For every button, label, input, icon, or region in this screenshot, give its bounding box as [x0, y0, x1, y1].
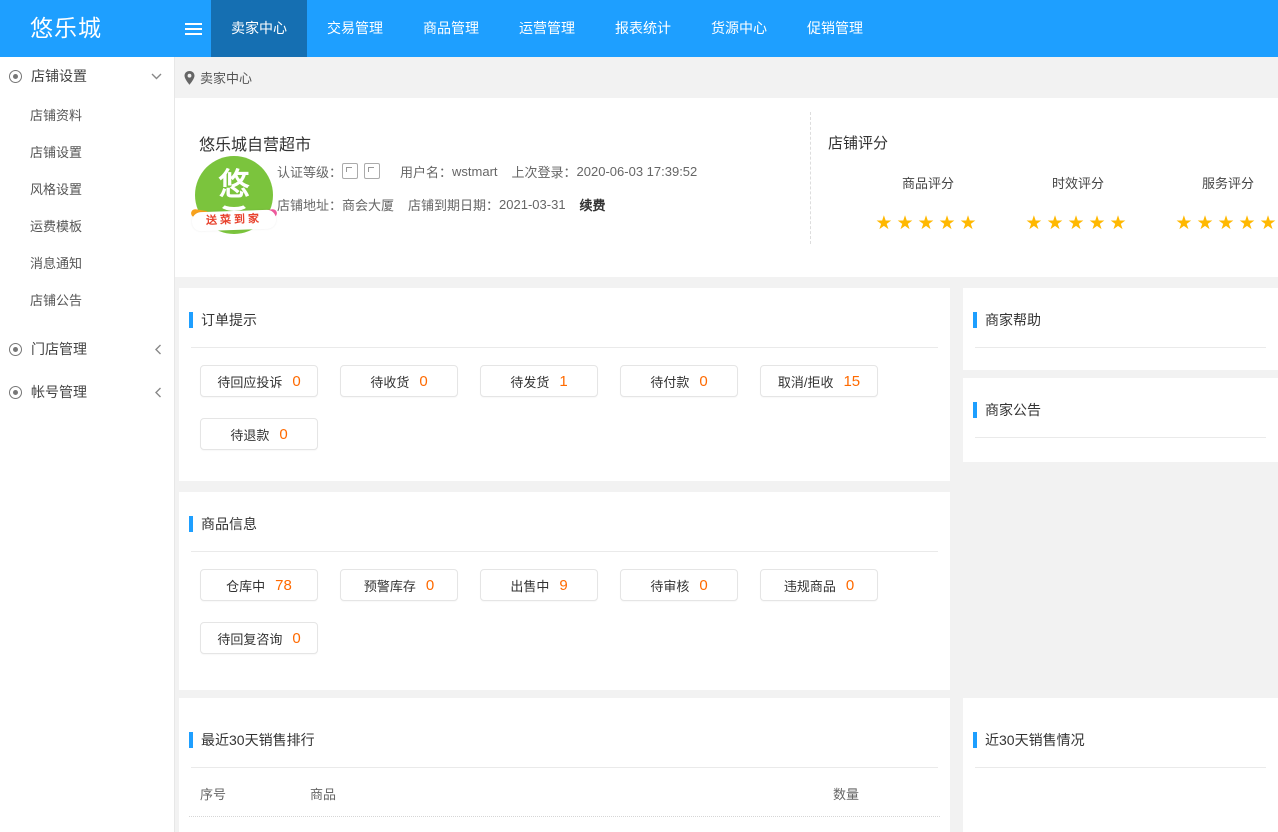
merchant-notice-title: 商家公告: [985, 400, 1041, 420]
order-tips-title: 订单提示: [201, 310, 257, 330]
renew-link[interactable]: 续费: [580, 195, 606, 214]
panel-accent-bar: [973, 402, 977, 418]
sidebar-item-shop-announcement[interactable]: 店铺公告: [0, 282, 174, 319]
shop-info-block: 认证等级： 用户名： wstmart 上次登录： 2020-06-03 17:3…: [277, 161, 697, 227]
panel-accent-bar: [189, 312, 193, 328]
sidebar-group-account-management[interactable]: 帐号管理: [0, 373, 174, 411]
smile-icon: [219, 196, 249, 211]
brand-logo[interactable]: 悠乐城: [0, 0, 175, 57]
username-value: wstmart: [452, 164, 498, 179]
col-序号: 序号: [200, 784, 310, 803]
rating-col-goods: 商品评分 ★★★★★: [853, 173, 1003, 235]
top-header: 悠乐城 卖家中心 交易管理 商品管理 运营管理 报表统计 货源中心 促销管理: [0, 0, 1278, 57]
in-warehouse-button[interactable]: 仓库中78: [200, 569, 318, 601]
nav-goods-management[interactable]: 商品管理: [403, 0, 499, 57]
address-value: 商会大厦: [342, 195, 394, 214]
stock-warning-button[interactable]: 预警库存0: [340, 569, 458, 601]
circle-dot-icon: [9, 343, 22, 356]
goods-info-panel: 商品信息 仓库中78 预警库存0 出售中9 待审核0 违规商品0 待回复咨询0: [179, 492, 950, 690]
panel-accent-bar: [973, 732, 977, 748]
cancel-reject-button[interactable]: 取消/拒收15: [760, 365, 878, 397]
divider: [975, 437, 1266, 438]
pending-receipt-button[interactable]: 待收货0: [340, 365, 458, 397]
on-sale-button[interactable]: 出售中9: [480, 569, 598, 601]
sidebar-item-message-notice[interactable]: 消息通知: [0, 245, 174, 282]
chevron-down-icon: [151, 73, 162, 80]
rating-col-timeliness: 时效评分 ★★★★★: [1003, 173, 1153, 235]
shop-logo-slogan: 送菜到家: [192, 210, 277, 232]
panel-accent-bar: [189, 732, 193, 748]
top-nav: 卖家中心 交易管理 商品管理 运营管理 报表统计 货源中心 促销管理: [211, 0, 883, 57]
shop-rating-title: 店铺评分: [828, 132, 888, 153]
col-数量: 数量: [833, 784, 923, 803]
violation-goods-button[interactable]: 违规商品0: [760, 569, 878, 601]
username-label: 用户名：: [400, 162, 452, 181]
divider: [191, 551, 938, 552]
address-label: 店铺地址：: [277, 195, 342, 214]
rating-col-service: 服务评分 ★★★★★: [1153, 173, 1278, 235]
location-pin-icon: [184, 71, 195, 85]
dotted-divider: [189, 816, 940, 817]
merchant-notice-panel: 商家公告: [963, 378, 1278, 462]
goods-info-title: 商品信息: [201, 514, 257, 534]
divider: [191, 767, 938, 768]
hamburger-menu-icon[interactable]: [175, 0, 211, 57]
sales-trend-panel: 近30天销售情况: [963, 698, 1278, 832]
sidebar-group-shop-settings[interactable]: 店铺设置: [0, 57, 174, 95]
circle-dot-icon: [9, 70, 22, 83]
col-商品: 商品: [310, 784, 833, 803]
nav-seller-center[interactable]: 卖家中心: [211, 0, 307, 57]
cert-level-label: 认证等级：: [277, 162, 342, 181]
last-login-value: 2020-06-03 17:39:52: [577, 164, 698, 179]
panel-accent-bar: [189, 516, 193, 532]
nav-operation-management[interactable]: 运营管理: [499, 0, 595, 57]
nav-promotion-management[interactable]: 促销管理: [787, 0, 883, 57]
sidebar-item-style-settings[interactable]: 风格设置: [0, 171, 174, 208]
sales-rank-panel: 最近30天销售排行 序号 商品 数量: [179, 698, 950, 832]
star-icons: ★★★★★: [1153, 212, 1278, 235]
sidebar-item-freight-template[interactable]: 运费模板: [0, 208, 174, 245]
vertical-dashed-divider: [810, 112, 811, 244]
pending-review-button[interactable]: 待审核0: [620, 569, 738, 601]
expire-value: 2021-03-31: [499, 197, 566, 212]
merchant-help-panel: 商家帮助: [963, 288, 1278, 370]
chevron-left-icon: [155, 344, 162, 355]
expire-label: 店铺到期日期：: [408, 195, 499, 214]
sales-trend-title: 近30天销售情况: [985, 730, 1085, 750]
shop-info-card: 悠乐城自营超市 悠 送菜到家 认证等级： 用户名： wstmart 上次登录： …: [175, 98, 1278, 277]
circle-dot-icon: [9, 386, 22, 399]
chevron-left-icon: [155, 387, 162, 398]
breadcrumb: 卖家中心: [176, 57, 1278, 98]
nav-report-statistics[interactable]: 报表统计: [595, 0, 691, 57]
divider: [975, 347, 1266, 348]
nav-supply-center[interactable]: 货源中心: [691, 0, 787, 57]
pending-complaint-button[interactable]: 待回应投诉0: [200, 365, 318, 397]
order-tips-panel: 订单提示 待回应投诉0 待收货0 待发货1 待付款0 取消/拒收15 待退款0: [179, 288, 950, 481]
shop-name: 悠乐城自营超市: [199, 131, 311, 155]
left-sidebar: 店铺设置 店铺资料 店铺设置 风格设置 运费模板 消息通知 店铺公告 门店管理 …: [0, 57, 175, 832]
panel-accent-bar: [973, 312, 977, 328]
sidebar-item-shop-profile[interactable]: 店铺资料: [0, 97, 174, 134]
pending-payment-button[interactable]: 待付款0: [620, 365, 738, 397]
merchant-help-title: 商家帮助: [985, 310, 1041, 330]
last-login-label: 上次登录：: [512, 162, 577, 181]
nav-trade-management[interactable]: 交易管理: [307, 0, 403, 57]
sidebar-item-shop-settings[interactable]: 店铺设置: [0, 134, 174, 171]
cert-badge-icon: [342, 163, 358, 179]
pending-refund-button[interactable]: 待退款0: [200, 418, 318, 450]
sales-rank-table-header: 序号 商品 数量: [200, 784, 950, 803]
sidebar-group-store-management[interactable]: 门店管理: [0, 330, 174, 368]
shop-rating-columns: 商品评分 ★★★★★ 时效评分 ★★★★★ 服务评分 ★★★★★: [853, 173, 1278, 235]
divider: [975, 767, 1266, 768]
shop-logo: 悠 送菜到家: [194, 155, 274, 235]
star-icons: ★★★★★: [1003, 212, 1153, 235]
breadcrumb-current: 卖家中心: [200, 68, 252, 87]
sidebar-submenu: 店铺资料 店铺设置 风格设置 运费模板 消息通知 店铺公告: [0, 95, 174, 325]
divider: [191, 347, 938, 348]
cert-badge-icon: [364, 163, 380, 179]
sales-rank-title: 最近30天销售排行: [201, 730, 315, 750]
star-icons: ★★★★★: [853, 212, 1003, 235]
pending-reply-button[interactable]: 待回复咨询0: [200, 622, 318, 654]
pending-shipment-button[interactable]: 待发货1: [480, 365, 598, 397]
